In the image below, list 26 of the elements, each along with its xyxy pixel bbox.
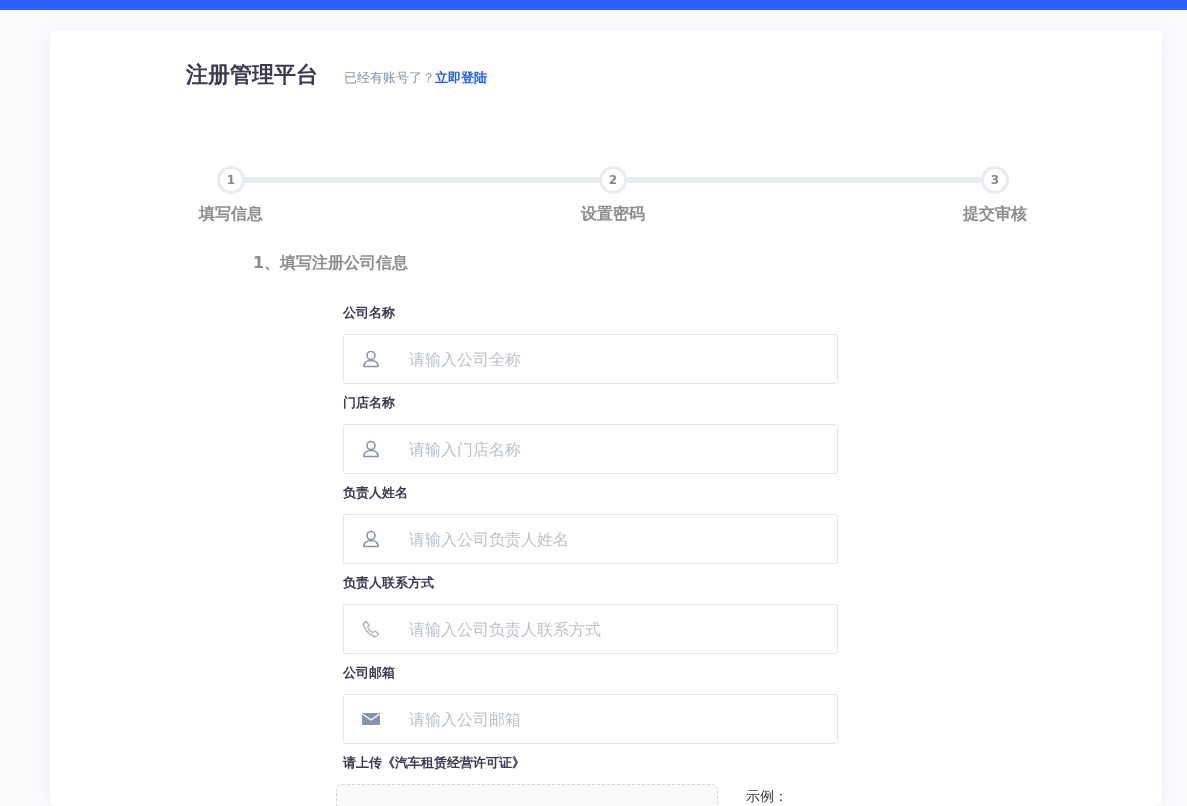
example-label: 示例： xyxy=(746,788,788,806)
user-icon xyxy=(361,529,381,549)
field-label: 请上传《汽车租赁经营许可证》 xyxy=(343,754,526,772)
step-label: 提交审核 xyxy=(963,204,1027,225)
step-label: 填写信息 xyxy=(199,204,263,225)
field-label: 负责人联系方式 xyxy=(343,574,435,592)
section-title: 1、填写注册公司信息 xyxy=(253,253,410,274)
input-field[interactable]: 请输入公司全称 xyxy=(343,334,838,384)
page-title: 注册管理平台 xyxy=(186,61,318,89)
login-link[interactable]: 立即登陆 xyxy=(435,70,487,85)
user-icon xyxy=(361,439,381,459)
input-field[interactable]: 请输入公司负责人姓名 xyxy=(343,514,838,564)
field-label: 公司邮箱 xyxy=(343,664,396,682)
field-label: 负责人姓名 xyxy=(343,484,409,502)
phone-icon xyxy=(361,619,381,639)
field-label: 门店名称 xyxy=(343,394,396,412)
step-number: 2 xyxy=(599,166,627,194)
login-prompt: 已经有账号了？ xyxy=(344,70,435,85)
step-label: 设置密码 xyxy=(581,204,645,225)
step-number: 3 xyxy=(981,166,1009,194)
user-icon xyxy=(361,349,381,369)
input-field[interactable]: 请输入公司邮箱 xyxy=(343,694,838,744)
field-label: 公司名称 xyxy=(343,304,396,322)
input-field[interactable]: 请输入门店名称 xyxy=(343,424,838,474)
input-field[interactable]: 请输入公司负责人联系方式 xyxy=(343,604,838,654)
step-number: 1 xyxy=(217,166,245,194)
